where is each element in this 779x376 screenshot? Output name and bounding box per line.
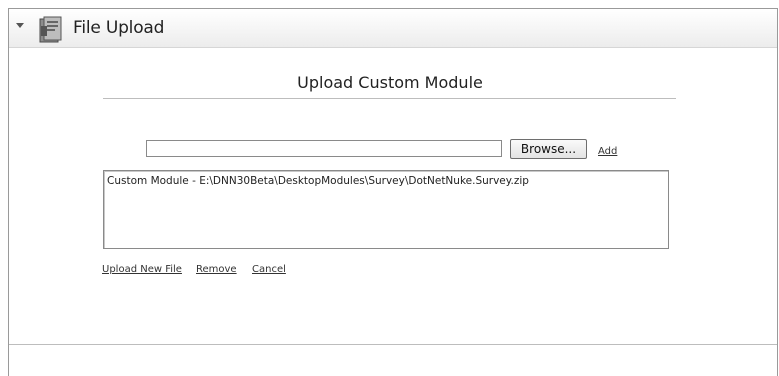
list-item[interactable]: Custom Module - E:\DNN30Beta\DesktopModu… <box>107 175 529 187</box>
upload-new-file-link[interactable]: Upload New File <box>102 264 182 275</box>
chevron-down-icon[interactable] <box>16 23 24 28</box>
footer-divider <box>9 344 777 345</box>
module-container: File Upload Upload Custom Module Browse.… <box>8 8 778 376</box>
module-title-bar: File Upload <box>9 9 777 48</box>
module-title: File Upload <box>73 18 165 38</box>
heading-divider <box>103 98 676 99</box>
file-path-input[interactable] <box>146 140 502 157</box>
remove-link[interactable]: Remove <box>196 264 237 275</box>
browse-button[interactable]: Browse... <box>510 139 587 159</box>
page-title: Upload Custom Module <box>297 73 483 92</box>
file-upload-module-icon <box>38 16 64 44</box>
cancel-link[interactable]: Cancel <box>252 264 286 275</box>
add-link[interactable]: Add <box>598 146 617 157</box>
file-list[interactable]: Custom Module - E:\DNN30Beta\DesktopModu… <box>103 170 669 249</box>
